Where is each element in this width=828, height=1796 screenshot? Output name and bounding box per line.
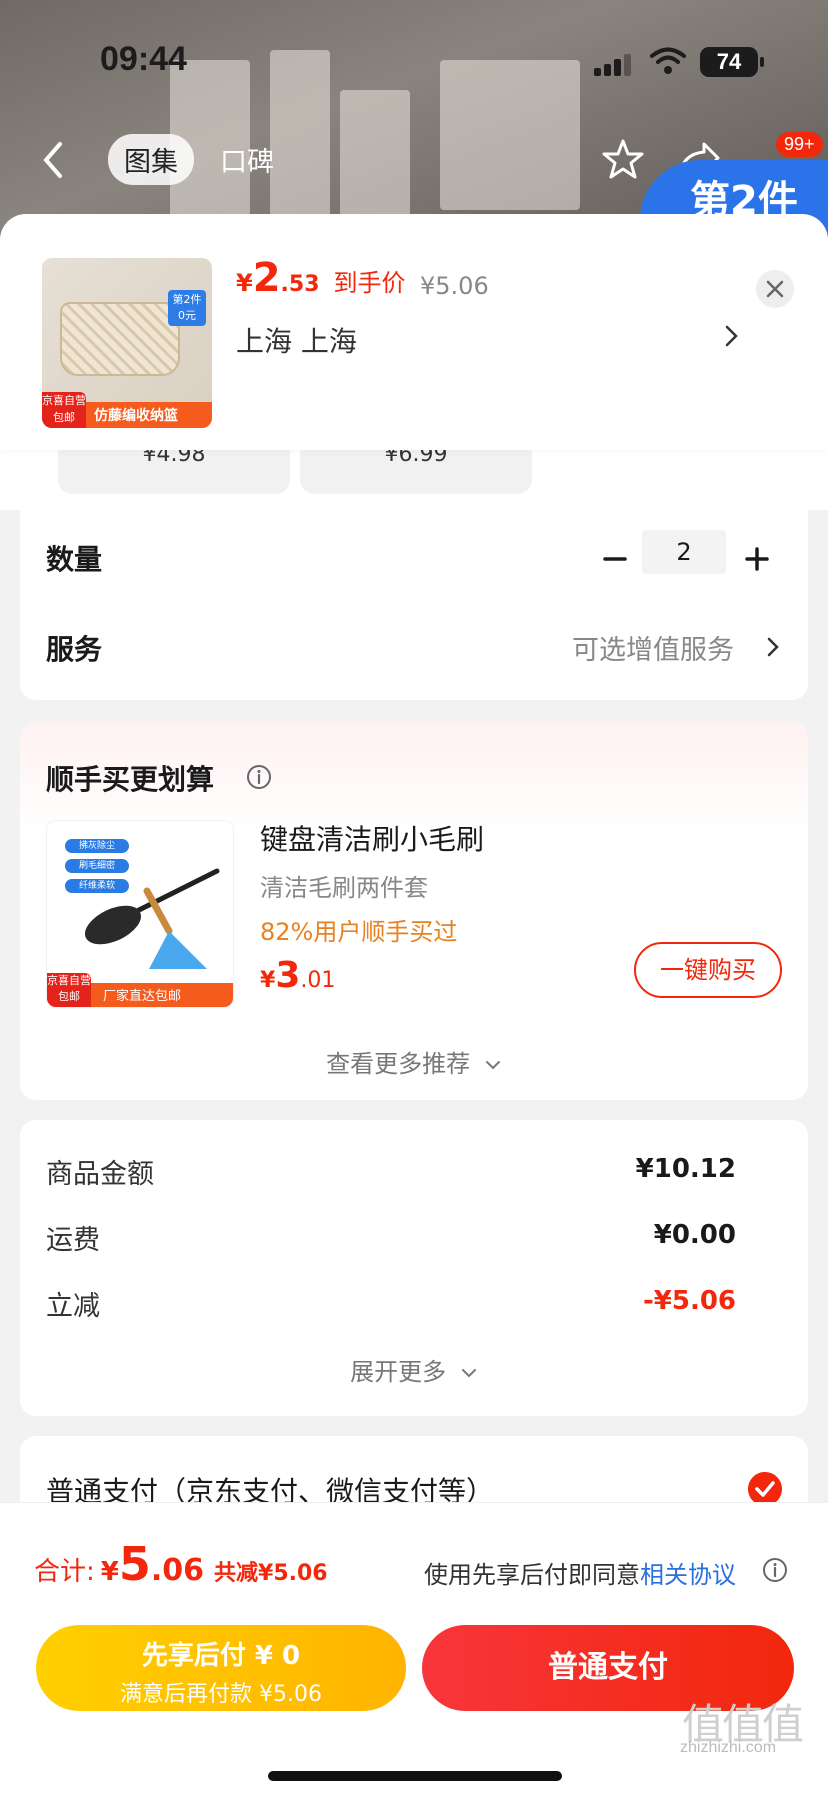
fee-label-shipping: 运费	[46, 1225, 100, 1256]
self-operated-badge: 京喜自营 包邮	[47, 973, 91, 1007]
tab-reviews[interactable]: 口碑	[204, 134, 290, 185]
thumbnail-bar-text: 仿藤编收纳篮	[94, 408, 178, 424]
brush-illustration	[84, 868, 220, 969]
total-price: 合计: ¥ 5 .06 共减¥5.06	[34, 1541, 328, 1588]
price-currency: ¥	[260, 968, 276, 993]
price-label: 到手价	[333, 269, 406, 297]
self-operated-badge: 京喜自营 包邮	[42, 392, 86, 428]
self-operated-line2: 包邮	[53, 411, 75, 424]
recommend-buy-rate: 82%用户顺手买过	[260, 918, 458, 946]
fee-value-goods: ¥10.12	[635, 1154, 736, 1184]
price-decimal: .53	[280, 272, 320, 297]
watermark-text: zhizhizhi.com	[680, 1739, 777, 1756]
quantity-service-card: 数量 2 服务 可选增值服务	[20, 510, 808, 700]
chevron-right-icon[interactable]	[724, 322, 740, 350]
total-decimal: .06	[150, 1553, 205, 1588]
price-decimal: .01	[300, 968, 336, 993]
expand-more-link[interactable]: 展开更多	[20, 1352, 808, 1387]
status-bar: 09:44 74	[0, 0, 828, 110]
recommend-item-subtitle: 清洁毛刷两件套	[260, 874, 428, 902]
product-thumbnail: 第2件 0元 京喜自营 包邮 仿藤编收纳篮	[42, 258, 212, 428]
quantity-label: 数量	[46, 543, 103, 576]
chevron-down-icon	[461, 1369, 476, 1378]
price-integer: 3	[275, 955, 301, 996]
sheet-header: 第2件 0元 京喜自营 包邮 仿藤编收纳篮 ¥ 2 .53 到手价 ¥5.06 …	[0, 214, 828, 450]
recommend-image-bar-text: 厂家直达包邮	[103, 989, 182, 1004]
price-currency: ¥	[236, 269, 253, 297]
self-operated-line1: 京喜自营	[42, 394, 86, 407]
fee-value-discount: -¥5.06	[642, 1286, 736, 1316]
total-currency: ¥	[100, 1557, 119, 1587]
product-tabs: 图集 口碑	[108, 133, 290, 185]
recommend-item-name[interactable]: 键盘清洁刷小毛刷	[260, 818, 484, 858]
pay-later-line1: 先享后付 ¥ 0	[141, 1641, 301, 1671]
delivery-address[interactable]: 上海 上海	[236, 320, 357, 360]
home-indicator[interactable]	[268, 1771, 562, 1781]
fee-label-goods: 商品金额	[46, 1159, 154, 1190]
plus-icon[interactable]	[744, 546, 770, 572]
recommend-item-price: ¥ 3 .01	[260, 958, 335, 994]
wifi-icon	[650, 47, 686, 74]
self-operated-line2: 包邮	[58, 990, 80, 1003]
fee-summary-card: 商品金额 ¥10.12 运费 ¥0.00 立减 -¥5.06 展开更多	[20, 1120, 808, 1416]
recommend-item-image[interactable]: 拂灰除尘 刷毛细密 纤维柔软 京喜自营 包邮 厂家直达包邮	[46, 820, 234, 1008]
service-value[interactable]: 可选增值服务	[572, 628, 734, 667]
thumbnail-tag-line2: 0元	[178, 309, 196, 322]
one-click-buy-button[interactable]: 一键购买	[634, 942, 782, 998]
price-integer: 2	[252, 255, 281, 301]
thumbnail-tag-line1: 第2件	[172, 293, 202, 306]
agreement-prefix: 使用先享后付即同意	[424, 1561, 640, 1589]
expand-more-label: 展开更多	[350, 1358, 447, 1386]
notification-badge: 99+	[776, 132, 823, 157]
agreement-link[interactable]: 相关协议	[640, 1561, 736, 1589]
pay-later-button[interactable]: 先享后付 ¥ 0 满意后再付款 ¥5.06	[36, 1625, 406, 1711]
recommend-card: 顺手买更划算 拂灰除尘 刷毛细密 纤维柔软 京喜自营 包邮 厂家直达包邮 键盘清…	[20, 722, 808, 1100]
more-recommend-link[interactable]: 查看更多推荐	[20, 1044, 808, 1079]
final-price: ¥ 2 .53 到手价	[236, 258, 406, 298]
close-icon[interactable]	[756, 270, 794, 308]
total-label: 合计:	[34, 1557, 95, 1587]
status-time: 09:44	[100, 40, 187, 78]
chevron-right-icon[interactable]	[766, 634, 780, 660]
service-label: 服务	[46, 633, 103, 666]
favorite-star-icon[interactable]	[602, 138, 644, 180]
original-price: ¥5.06	[420, 272, 489, 300]
self-operated-line1: 京喜自营	[47, 974, 91, 987]
battery-indicator: 74	[700, 47, 764, 77]
signal-icon	[594, 52, 638, 76]
agreement-text: 使用先享后付即同意相关协议	[424, 1555, 736, 1590]
more-recommend-label: 查看更多推荐	[326, 1050, 471, 1078]
back-icon[interactable]	[38, 138, 68, 182]
thumbnail-promo-tag: 第2件 0元	[168, 290, 206, 326]
total-integer: 5	[118, 1537, 151, 1591]
total-saved: 共减¥5.06	[214, 1561, 328, 1586]
chevron-down-icon	[485, 1061, 500, 1070]
quantity-input[interactable]: 2	[642, 530, 726, 574]
checkout-bar: 合计: ¥ 5 .06 共减¥5.06 使用先享后付即同意相关协议 先享后付 ¥…	[0, 1502, 828, 1796]
fee-value-shipping: ¥0.00	[653, 1220, 736, 1250]
recommend-title: 顺手买更划算	[46, 763, 215, 796]
info-icon[interactable]	[246, 764, 272, 790]
minus-icon[interactable]	[602, 546, 628, 572]
checkmark-icon[interactable]	[748, 1472, 782, 1506]
tab-gallery[interactable]: 图集	[108, 133, 194, 185]
basket-illustration	[60, 302, 180, 376]
info-icon[interactable]	[762, 1557, 788, 1583]
fee-label-discount: 立减	[46, 1291, 100, 1322]
pay-later-line2: 满意后再付款 ¥5.06	[120, 1682, 322, 1707]
